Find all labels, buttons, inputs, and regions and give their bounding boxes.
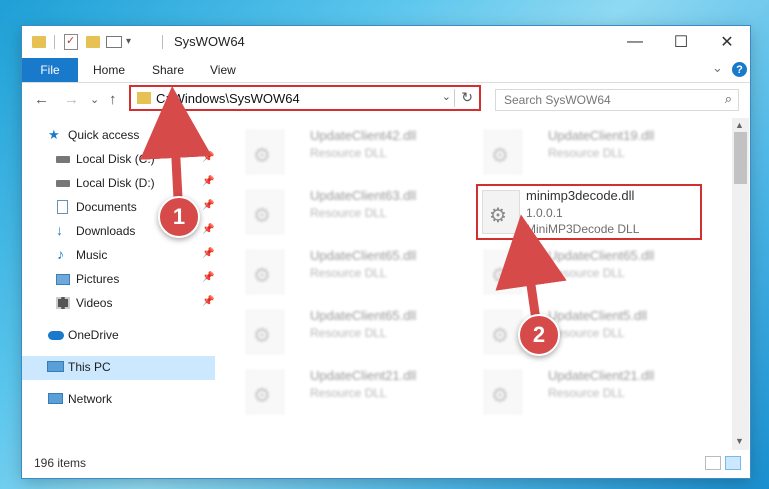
- arrow-step-1: [139, 86, 212, 199]
- annotation-arrows: [139, 86, 567, 321]
- step-1-badge: 1: [158, 196, 200, 238]
- step-2-badge: 2: [518, 314, 560, 356]
- arrow-step-2: [495, 214, 567, 321]
